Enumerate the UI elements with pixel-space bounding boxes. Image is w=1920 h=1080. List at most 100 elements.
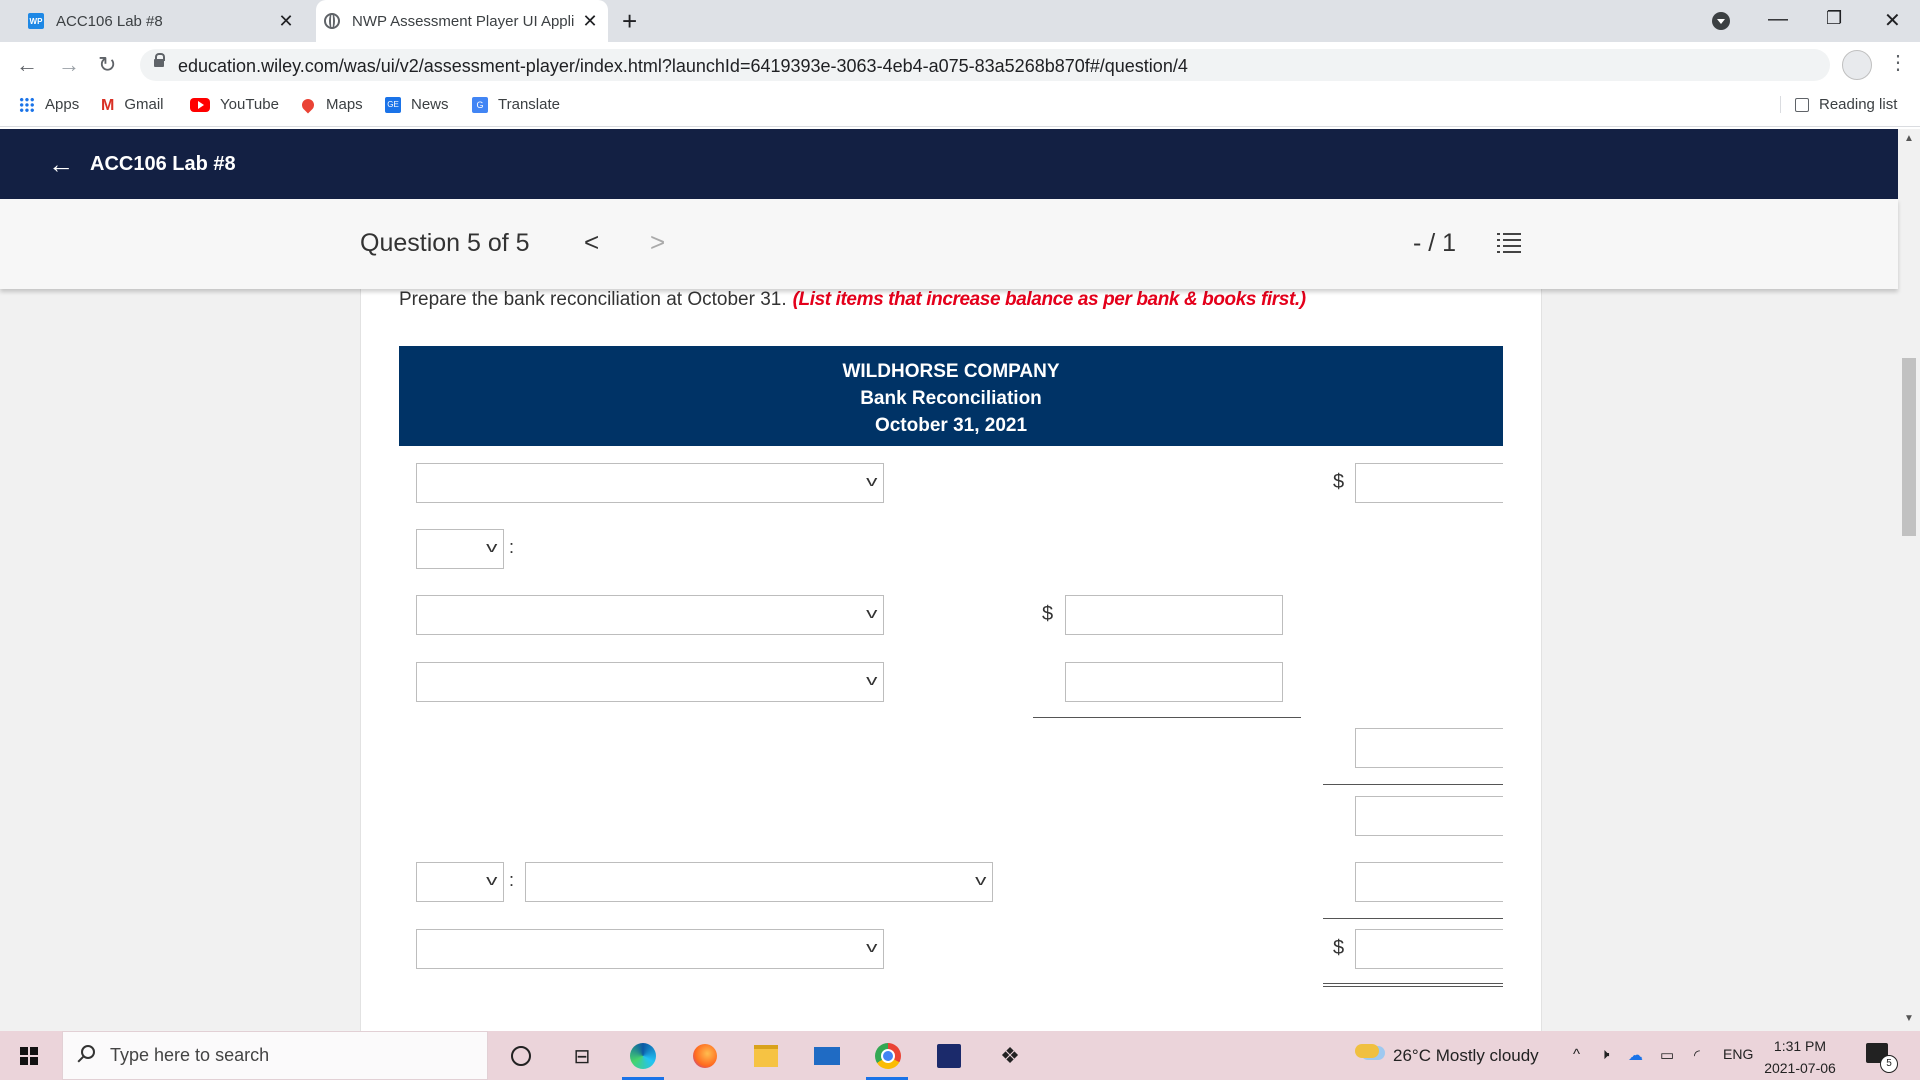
- bookmark-gmail[interactable]: M Gmail: [101, 96, 164, 114]
- amount-input[interactable]: [1355, 862, 1503, 902]
- account-select[interactable]: v: [416, 595, 884, 635]
- subtotal-rule: [1033, 717, 1301, 718]
- youtube-icon: [190, 97, 210, 112]
- bookmark-translate[interactable]: G Translate: [472, 96, 560, 113]
- scroll-down-icon[interactable]: ▼: [1904, 1013, 1914, 1024]
- show-hidden-icons-icon[interactable]: ^: [1573, 1046, 1580, 1063]
- battery-icon[interactable]: ▭: [1660, 1046, 1674, 1064]
- subtotal-rule: [1323, 918, 1503, 919]
- chevron-down-icon: v: [865, 672, 877, 689]
- weather-icon[interactable]: [1355, 1044, 1379, 1062]
- search-icon: [81, 1045, 95, 1059]
- chrome-profile-icon[interactable]: [1712, 12, 1730, 30]
- news-icon: GE: [385, 96, 401, 113]
- windows-start-icon[interactable]: [20, 1047, 38, 1065]
- chevron-down-icon: v: [865, 605, 877, 622]
- total-double-rule: [1323, 983, 1503, 987]
- question-card: Prepare the bank reconciliation at Octob…: [360, 289, 1542, 1031]
- scroll-up-icon[interactable]: ▲: [1904, 133, 1914, 144]
- amount-input[interactable]: [1355, 728, 1503, 768]
- amount-input[interactable]: [1065, 662, 1283, 702]
- question-list-icon[interactable]: [1497, 232, 1521, 254]
- mail-icon[interactable]: [812, 1041, 842, 1071]
- task-view-icon[interactable]: ⊟: [567, 1041, 597, 1071]
- bookmark-youtube[interactable]: YouTube: [190, 96, 279, 113]
- globe-icon: [324, 13, 340, 29]
- browser-tab-acc106[interactable]: WP ACC106 Lab #8 ✕: [14, 0, 304, 42]
- account-select[interactable]: v: [525, 862, 993, 902]
- browser-tab-strip: WP ACC106 Lab #8 ✕ NWP Assessment Player…: [0, 0, 1920, 42]
- amount-input[interactable]: [1355, 929, 1503, 969]
- statement-date: October 31, 2021: [874, 415, 1028, 436]
- question-instruction: Prepare the bank reconciliation at Octob…: [399, 289, 1306, 311]
- wp-icon: WP: [28, 13, 44, 29]
- amount-input[interactable]: [1355, 796, 1503, 836]
- dropbox-icon[interactable]: ❖: [995, 1041, 1025, 1071]
- minimize-icon[interactable]: —: [1768, 8, 1788, 31]
- bookmark-label: Maps: [326, 96, 363, 113]
- bookmark-label: News: [411, 96, 449, 113]
- bookmark-maps[interactable]: Maps: [299, 96, 363, 113]
- onedrive-icon[interactable]: ☁: [1628, 1046, 1643, 1064]
- instruction-text: Prepare the bank reconciliation at Octob…: [399, 289, 787, 310]
- back-arrow-icon[interactable]: ←: [48, 149, 74, 180]
- edge-icon[interactable]: [628, 1041, 658, 1071]
- reload-icon[interactable]: ↻: [98, 52, 116, 78]
- windows-taskbar: Type here to search ⊟ ❖ 26°C Mostly clou…: [0, 1031, 1920, 1080]
- address-bar[interactable]: education.wiley.com/was/ui/v2/assessment…: [140, 49, 1830, 81]
- bookmark-apps[interactable]: Apps: [19, 96, 79, 113]
- avatar[interactable]: [1842, 50, 1872, 80]
- chevron-down-icon: v: [865, 473, 877, 490]
- account-select[interactable]: v: [416, 929, 884, 969]
- app-header: ← ACC106 Lab #8: [0, 129, 1898, 199]
- file-explorer-icon[interactable]: [751, 1041, 781, 1071]
- amount-input[interactable]: [1355, 463, 1503, 503]
- question-counter: Question 5 of 5: [360, 229, 530, 257]
- add-less-select[interactable]: v: [416, 862, 504, 902]
- bookmark-news[interactable]: GE News: [385, 96, 449, 113]
- content-area: Prepare the bank reconciliation at Octob…: [0, 289, 1898, 1031]
- gmail-icon: M: [101, 96, 115, 114]
- translate-icon: G: [472, 96, 488, 113]
- taskbar-search-placeholder: Type here to search: [110, 1045, 270, 1065]
- amount-input[interactable]: [1065, 595, 1283, 635]
- back-icon[interactable]: ←: [16, 52, 38, 78]
- statement-title: Bank Reconciliation: [860, 388, 1042, 409]
- window-close-icon[interactable]: ✕: [1884, 8, 1901, 33]
- next-question-icon[interactable]: >: [650, 227, 665, 258]
- weather-text[interactable]: 26°C Mostly cloudy: [1393, 1046, 1539, 1066]
- dollar-sign: $: [1042, 603, 1054, 625]
- store-app-icon[interactable]: [934, 1041, 964, 1071]
- url-text[interactable]: education.wiley.com/was/ui/v2/assessment…: [178, 56, 1188, 77]
- previous-question-icon[interactable]: <: [584, 227, 599, 258]
- taskbar-clock[interactable]: 1:31 PM 2021-07-06: [1760, 1035, 1840, 1079]
- subtotal-rule: [1323, 784, 1503, 785]
- language-indicator[interactable]: ENG: [1723, 1046, 1753, 1062]
- chevron-down-icon: v: [485, 872, 497, 889]
- account-select[interactable]: v: [416, 463, 884, 503]
- notification-count-badge: 5: [1880, 1055, 1898, 1073]
- wifi-icon[interactable]: ◜: [1694, 1046, 1700, 1064]
- reading-list-button[interactable]: Reading list: [1780, 96, 1897, 113]
- account-select[interactable]: v: [416, 662, 884, 702]
- new-tab-button[interactable]: +: [622, 6, 637, 37]
- restore-icon[interactable]: ❐: [1826, 8, 1842, 29]
- colon-label: :: [509, 870, 515, 890]
- taskbar-search-box[interactable]: Type here to search: [62, 1031, 488, 1080]
- menu-kebab-icon[interactable]: ⋮: [1888, 50, 1908, 75]
- volume-icon[interactable]: 🕨: [1600, 1046, 1609, 1063]
- add-less-select[interactable]: v: [416, 529, 504, 569]
- firefox-icon[interactable]: [690, 1041, 720, 1071]
- forward-icon[interactable]: →: [58, 52, 80, 78]
- reading-list-icon: [1795, 97, 1809, 112]
- scroll-thumb[interactable]: [1902, 358, 1916, 536]
- close-icon[interactable]: ✕: [274, 11, 298, 32]
- page-scrollbar[interactable]: ▲ ▼: [1898, 129, 1920, 1031]
- bookmarks-bar: Apps M Gmail YouTube Maps GE News G Tran…: [0, 88, 1920, 127]
- browser-tab-nwp-assessment[interactable]: NWP Assessment Player UI Appli ✕: [316, 0, 608, 42]
- cortana-icon[interactable]: [506, 1041, 536, 1071]
- bookmark-label: Gmail: [124, 96, 164, 113]
- close-icon[interactable]: ✕: [578, 11, 602, 32]
- instruction-emphasis: (List items that increase balance as per…: [792, 289, 1306, 310]
- chrome-icon[interactable]: [873, 1041, 903, 1071]
